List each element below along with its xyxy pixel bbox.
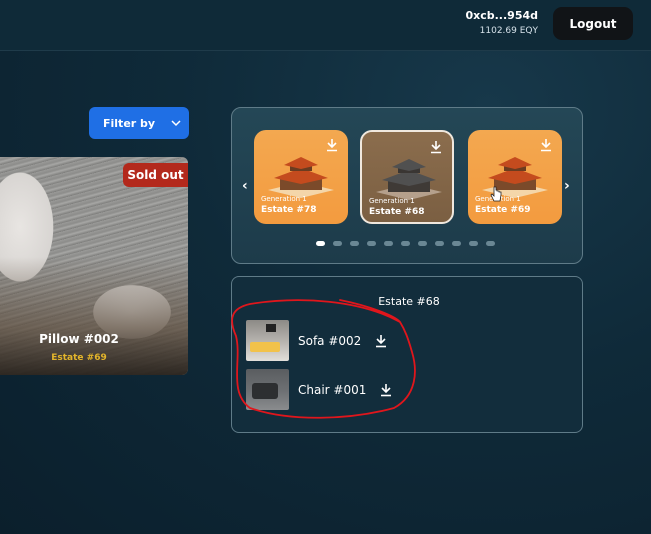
chevron-left-icon[interactable]: ‹ xyxy=(242,178,248,194)
top-bar: 0xcb...954d 1102.69 EQY Logout xyxy=(0,0,651,51)
wallet-balance: 1102.69 EQY xyxy=(479,26,538,36)
estate-generation: Generation 1 xyxy=(369,197,415,205)
estate-name: Estate #68 xyxy=(369,207,425,217)
estate-name: Estate #69 xyxy=(475,205,531,215)
page-dot[interactable] xyxy=(486,241,495,246)
estate-name: Estate #78 xyxy=(261,205,317,215)
product-card[interactable]: Sold out Pillow #002 Estate #69 xyxy=(0,157,188,375)
filter-by-button[interactable]: Filter by xyxy=(89,107,189,139)
page-dot[interactable] xyxy=(452,241,461,246)
page-dot[interactable] xyxy=(316,241,325,246)
sold-out-badge: Sold out xyxy=(123,163,188,187)
page-dot[interactable] xyxy=(401,241,410,246)
estate-card-selected[interactable]: Generation 1 Estate #68 xyxy=(360,130,454,224)
download-icon[interactable] xyxy=(540,138,552,152)
product-estate: Estate #69 xyxy=(51,353,107,363)
page-dot[interactable] xyxy=(418,241,427,246)
logout-button[interactable]: Logout xyxy=(553,7,633,40)
pagoda-image xyxy=(268,157,334,198)
sofa-thumbnail xyxy=(246,320,289,361)
download-icon[interactable] xyxy=(430,140,442,154)
download-icon[interactable] xyxy=(326,138,338,152)
carousel-pagination xyxy=(316,241,495,246)
download-icon[interactable] xyxy=(380,383,392,397)
list-item[interactable]: Chair #001 xyxy=(246,369,392,410)
page-dot[interactable] xyxy=(435,241,444,246)
page-dot[interactable] xyxy=(333,241,342,246)
page-dot[interactable] xyxy=(384,241,393,246)
cursor-icon xyxy=(490,186,502,202)
pagoda-image xyxy=(376,159,442,200)
chevron-right-icon[interactable]: › xyxy=(564,178,570,194)
page-dot[interactable] xyxy=(367,241,376,246)
download-icon[interactable] xyxy=(375,334,387,348)
product-name: Pillow #002 xyxy=(39,332,119,346)
estate-card[interactable]: Generation 1 Estate #78 xyxy=(254,130,348,224)
page-dot[interactable] xyxy=(350,241,359,246)
estate-card[interactable]: Generation 1 Estate #69 xyxy=(468,130,562,224)
filter-label: Filter by xyxy=(103,116,156,130)
estate-items-panel: Estate #68 Sofa #002 Chair #001 xyxy=(231,276,583,433)
estate-carousel: ‹ › Generation 1 Estate #78 Generation 1… xyxy=(231,107,583,264)
chair-thumbnail xyxy=(246,369,289,410)
items-panel-title: Estate #68 xyxy=(378,295,440,308)
wallet-address: 0xcb...954d xyxy=(465,9,538,22)
item-name: Sofa #002 xyxy=(298,333,362,348)
list-item[interactable]: Sofa #002 xyxy=(246,320,387,361)
wallet-info: 0xcb...954d 1102.69 EQY xyxy=(465,9,538,36)
item-name: Chair #001 xyxy=(298,382,367,397)
page-dot[interactable] xyxy=(469,241,478,246)
chevron-down-icon xyxy=(171,120,181,127)
estate-generation: Generation 1 xyxy=(261,195,307,203)
